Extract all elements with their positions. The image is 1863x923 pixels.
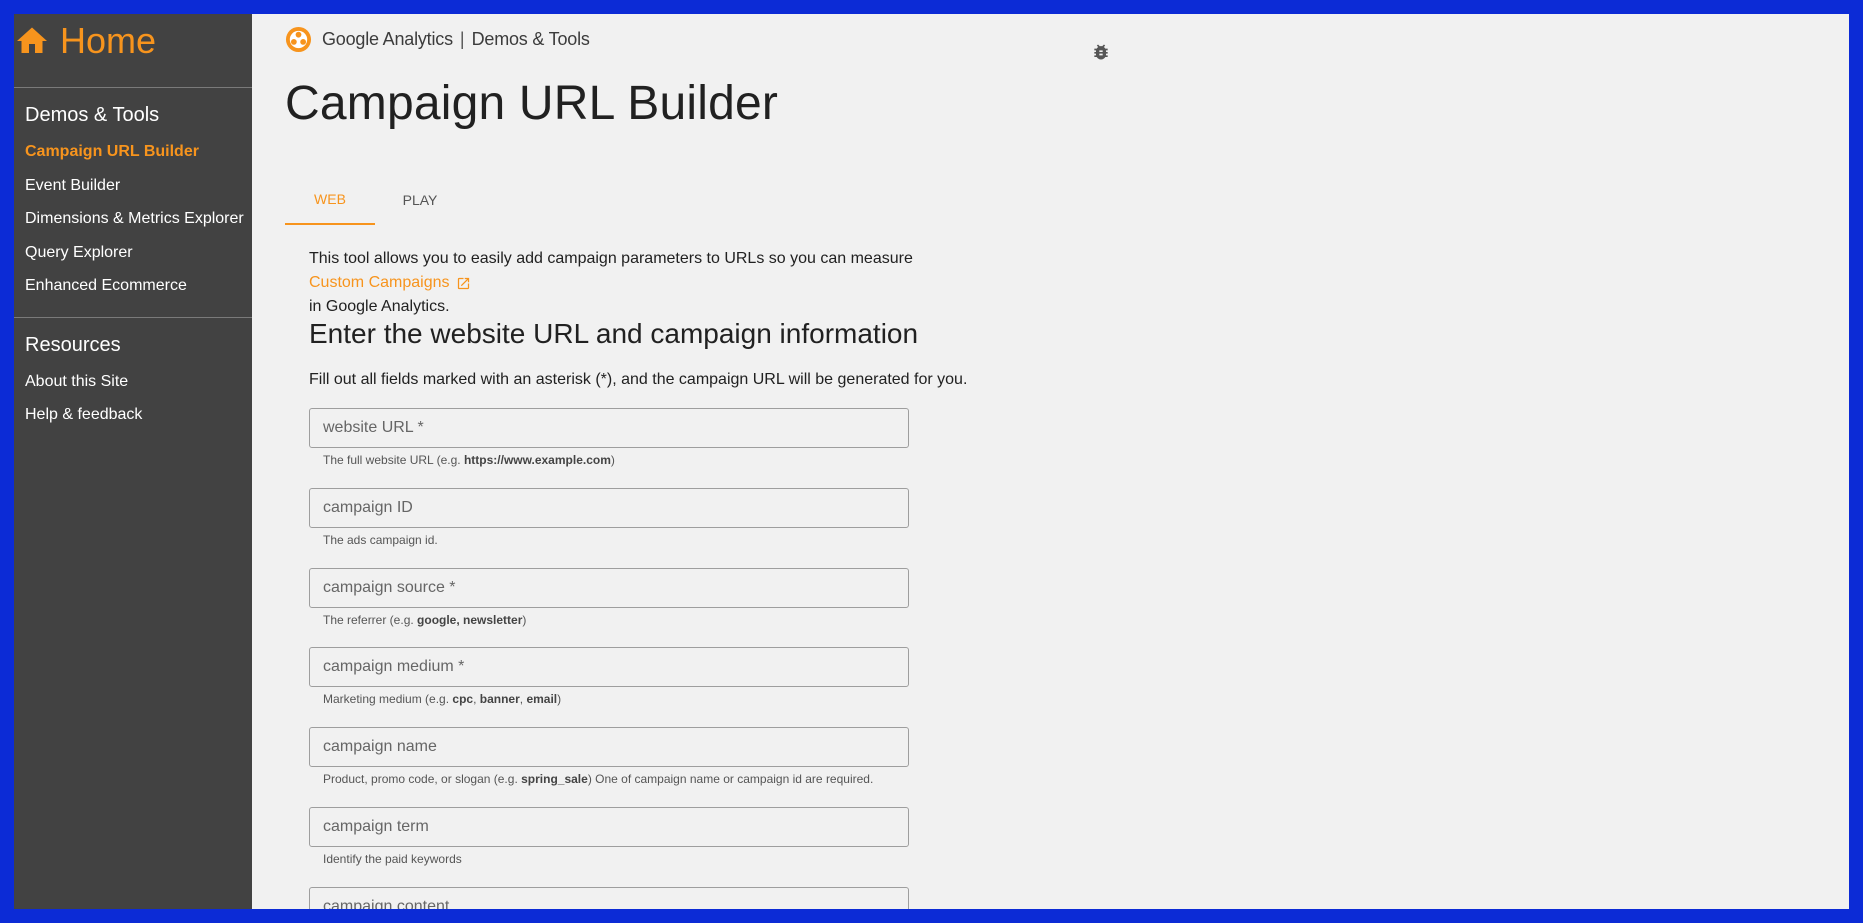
campaign-term-field: Identify the paid keywords <box>309 807 909 866</box>
campaign-id-field: The ads campaign id. <box>309 488 909 547</box>
sidebar-item-query-explorer[interactable]: Query Explorer <box>25 244 133 262</box>
campaign-content-input[interactable] <box>309 887 909 909</box>
sidebar-item-about-this-site[interactable]: About this Site <box>25 373 128 391</box>
campaign-name-field: Product, promo code, or slogan (e.g. spr… <box>309 727 909 786</box>
sidebar-divider <box>14 87 252 88</box>
header-subtitle: Demos & Tools <box>471 28 590 49</box>
sidebar-item-dimensions-metrics-explorer[interactable]: Dimensions & Metrics Explorer <box>25 210 244 228</box>
intro-text: This tool allows you to easily add campa… <box>309 250 913 267</box>
campaign-term-input[interactable] <box>309 807 909 847</box>
sidebar-heading-resources: Resources <box>25 334 121 356</box>
sidebar-heading-demos-tools: Demos & Tools <box>25 104 160 126</box>
external-link-icon <box>457 277 469 289</box>
bug-icon[interactable] <box>1091 41 1111 63</box>
website-url-helper: The full website URL (e.g. https://www.e… <box>323 453 615 467</box>
sidebar-item-enhanced-ecommerce[interactable]: Enhanced Ecommerce <box>25 277 187 295</box>
ga-header: Google Analytics | Demos & Tools <box>285 24 590 54</box>
browser-viewport: Home Demos & Tools Campaign URL Builder … <box>14 14 1849 909</box>
campaign-medium-input[interactable] <box>309 647 909 687</box>
campaign-source-helper: The referrer (e.g. google, newsletter) <box>323 613 527 627</box>
campaign-medium-field: Marketing medium (e.g. cpc, banner, emai… <box>309 647 909 706</box>
home-label: Home <box>60 20 157 61</box>
campaign-source-field: The referrer (e.g. google, newsletter) <box>309 568 909 627</box>
campaign-term-helper: Identify the paid keywords <box>323 852 462 866</box>
tab-web[interactable]: WEB <box>285 174 375 225</box>
home-icon <box>17 27 47 53</box>
sidebar-item-campaign-url-builder[interactable]: Campaign URL Builder <box>25 143 199 161</box>
custom-campaigns-link[interactable]: Custom Campaigns <box>309 274 471 292</box>
website-url-field: The full website URL (e.g. https://www.e… <box>309 408 909 467</box>
header-separator: | <box>459 28 465 49</box>
campaign-name-helper: Product, promo code, or slogan (e.g. spr… <box>323 772 874 786</box>
campaign-medium-helper: Marketing medium (e.g. cpc, banner, emai… <box>323 692 562 706</box>
website-url-input[interactable] <box>309 408 909 448</box>
tab-play[interactable]: PLAY <box>375 174 465 225</box>
main-content: Google Analytics | Demos & Tools Campaig… <box>252 14 1849 909</box>
campaign-source-input[interactable] <box>309 568 909 608</box>
sidebar-item-help-feedback[interactable]: Help & feedback <box>25 406 142 424</box>
intro-text-end: in Google Analytics. <box>309 298 450 315</box>
ga-logo-icon <box>285 26 312 52</box>
campaign-id-helper: The ads campaign id. <box>323 533 438 547</box>
home-link[interactable]: Home <box>14 16 156 66</box>
tab-bar: WEB PLAY <box>285 174 465 225</box>
instructions-text: Fill out all fields marked with an aster… <box>309 371 968 388</box>
sidebar-divider <box>14 317 252 318</box>
ga-brand: Google Analytics <box>322 28 453 49</box>
section-title: Enter the website URL and campaign infor… <box>309 318 919 349</box>
sidebar: Home Demos & Tools Campaign URL Builder … <box>14 14 252 909</box>
campaign-name-input[interactable] <box>309 727 909 767</box>
custom-campaigns-link-label: Custom Campaigns <box>309 274 450 291</box>
campaign-id-input[interactable] <box>309 488 909 528</box>
campaign-content-field <box>309 887 909 909</box>
sidebar-item-event-builder[interactable]: Event Builder <box>25 177 120 195</box>
page-title: Campaign URL Builder <box>285 77 779 130</box>
